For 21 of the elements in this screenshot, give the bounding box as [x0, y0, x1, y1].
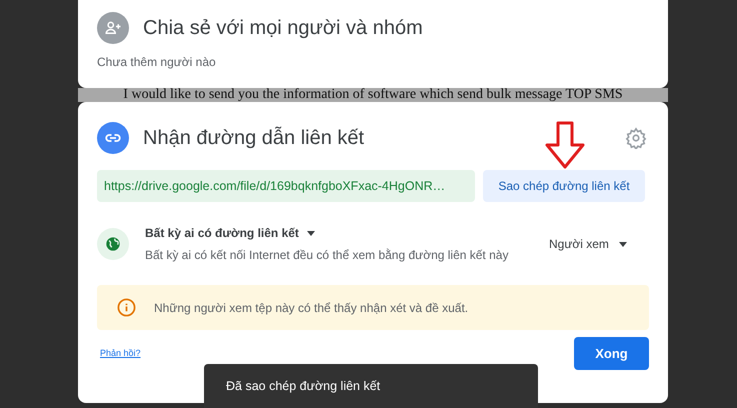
- toast-message: Đã sao chép đường liên kết: [204, 364, 538, 408]
- globe-icon: [97, 228, 129, 260]
- caret-icon: [618, 242, 627, 246]
- link-url-field[interactable]: https://drive.google.com/file/d/169bqknfgboXFxac-4HgONR…: [97, 170, 475, 202]
- copy-link-button[interactable]: Sao chép đường liên kết: [483, 170, 645, 202]
- background-text: I would like to send you the information of software which send bulk message TOP SMS: [123, 88, 623, 102]
- info-icon: [117, 298, 136, 317]
- section-title: Nhận đường dẫn liên kết: [143, 126, 364, 151]
- notice-text: Những người xem tệp này có thể thấy nhận xét và đề xuất.: [154, 300, 468, 316]
- access-dropdown[interactable]: Bất kỳ ai có đường liên kết: [145, 224, 315, 242]
- settings-icon[interactable]: [625, 127, 647, 149]
- access-description: Bất kỳ ai có kết nối Internet đều có thể xem bằng đường liên kết này: [145, 247, 510, 264]
- down-arrow-annotation: [544, 121, 586, 169]
- section-title: Chia sẻ với mọi người và nhóm: [143, 16, 423, 41]
- feedback-link[interactable]: Phản hồi?: [100, 346, 141, 360]
- caret-icon: [306, 230, 315, 236]
- done-button[interactable]: Xong: [574, 337, 649, 370]
- subtitle: Chưa thêm người nào: [97, 54, 217, 71]
- add-person-icon: [97, 12, 129, 44]
- link-icon: [97, 122, 129, 154]
- role-dropdown[interactable]: Người xem: [549, 235, 627, 253]
